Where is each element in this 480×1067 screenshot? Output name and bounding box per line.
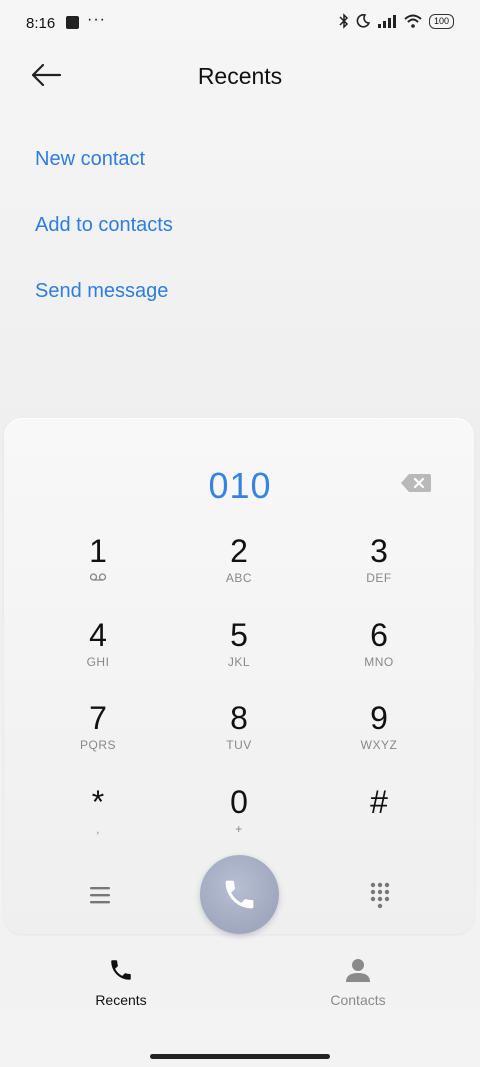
phone-icon — [111, 960, 131, 980]
nav-tab-contacts[interactable]: Contacts — [288, 957, 428, 1008]
key-digit: # — [370, 784, 388, 820]
bottom-navigation: Recents Contacts — [0, 945, 480, 1035]
dial-key-9[interactable]: 9 WXYZ — [309, 700, 449, 770]
key-letters: , — [96, 822, 100, 836]
dial-key-7[interactable]: 7 PQRS — [28, 700, 168, 770]
key-digit: 2 — [230, 533, 248, 569]
new-contact-link[interactable]: New contact — [35, 148, 145, 171]
key-letters: TUV — [226, 738, 252, 752]
key-letters: ABC — [225, 571, 253, 585]
backspace-icon — [401, 474, 431, 492]
nav-label: Recents — [95, 992, 147, 1008]
dial-key-star[interactable]: * , — [28, 784, 168, 854]
status-icons: 100 — [339, 13, 454, 29]
dial-key-4[interactable]: 4 GHI — [28, 617, 168, 687]
key-letters: PQRS — [79, 738, 116, 752]
dial-key-1[interactable]: 1 — [28, 533, 168, 603]
key-letters: + — [235, 822, 243, 836]
signal-icon — [377, 15, 396, 28]
key-digit: 5 — [230, 617, 248, 653]
bluetooth-icon — [339, 13, 349, 29]
person-icon — [346, 959, 370, 982]
key-digit: 4 — [89, 617, 107, 653]
status-time: 8:16 — [26, 15, 56, 32]
send-message-link[interactable]: Send message — [35, 280, 168, 303]
more-notifications-indicator: ··· — [87, 11, 106, 28]
hamburger-menu-icon — [90, 887, 110, 904]
key-letters: GHI — [86, 655, 110, 669]
dial-key-5[interactable]: 5 JKL — [169, 617, 309, 687]
dial-key-2[interactable]: 2 ABC — [169, 533, 309, 603]
dial-key-3[interactable]: 3 DEF — [309, 533, 449, 603]
backspace-button[interactable] — [400, 472, 432, 494]
top-app-bar: Recents — [0, 50, 480, 110]
key-letters: MNO — [364, 655, 394, 669]
dial-key-8[interactable]: 8 TUV — [169, 700, 309, 770]
key-digit: 9 — [370, 700, 388, 736]
key-digit: 0 — [230, 784, 248, 820]
action-list: New contact Add to contacts Send message — [0, 110, 480, 415]
dial-key-0[interactable]: 0 + — [169, 784, 309, 854]
key-digit: 3 — [370, 533, 388, 569]
voicemail-icon — [28, 571, 168, 585]
add-to-contacts-link[interactable]: Add to contacts — [35, 214, 173, 237]
dial-key-6[interactable]: 6 MNO — [309, 617, 449, 687]
dialpad-toggle-button[interactable] — [368, 881, 392, 909]
dialpad-grid-icon — [370, 882, 390, 909]
phone-call-icon — [225, 880, 254, 909]
key-letters: JKL — [227, 655, 251, 669]
key-letters: DEF — [366, 571, 392, 585]
key-digit: 6 — [370, 617, 388, 653]
moon-icon — [356, 14, 370, 28]
nav-tab-recents[interactable]: Recents — [51, 957, 191, 1008]
app-square-icon — [66, 16, 79, 29]
battery-icon: 100 — [428, 13, 454, 29]
key-digit: * — [91, 784, 105, 820]
key-digit: 8 — [230, 700, 248, 736]
wifi-icon — [404, 14, 422, 28]
status-bar: 8:16 ··· 100 — [0, 0, 480, 46]
key-digit: 7 — [89, 700, 107, 736]
nav-label: Contacts — [330, 992, 386, 1008]
key-letters: WXYZ — [360, 738, 398, 752]
page-title: Recents — [197, 63, 283, 89]
key-digit: 1 — [89, 533, 107, 569]
home-indicator[interactable] — [150, 1054, 330, 1059]
menu-button[interactable] — [86, 883, 114, 907]
dial-key-hash[interactable]: # — [309, 784, 449, 854]
call-button[interactable] — [200, 855, 279, 934]
